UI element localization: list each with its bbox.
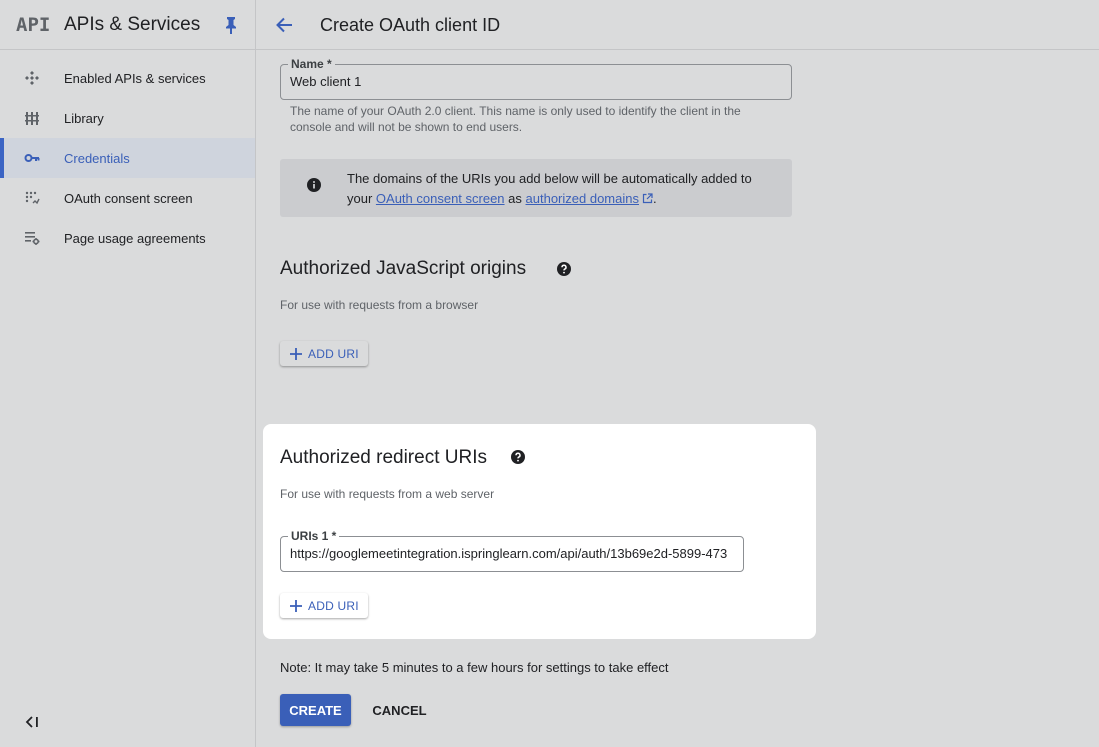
- settings-list-icon: [25, 232, 40, 245]
- add-uri-label: ADD URI: [308, 598, 359, 613]
- sidebar-item-oauth-consent[interactable]: OAuth consent screen: [0, 178, 255, 218]
- external-link-icon[interactable]: [642, 193, 653, 204]
- js-origins-subtitle: For use with requests from a browser: [280, 298, 479, 312]
- authorized-domains-link[interactable]: authorized domains: [526, 191, 639, 206]
- create-button[interactable]: CREATE: [280, 694, 351, 726]
- page-header: Create OAuth client ID: [256, 0, 1099, 50]
- add-js-origin-button[interactable]: ADD URI: [280, 341, 368, 366]
- sidebar-item-label: OAuth consent screen: [64, 190, 193, 206]
- name-field[interactable]: Name * Web client 1: [280, 57, 792, 100]
- sidebar-item-enabled-apis[interactable]: Enabled APIs & services: [0, 58, 255, 98]
- add-redirect-uri-button[interactable]: ADD URI: [280, 593, 368, 618]
- sidebar-item-label: Credentials: [64, 150, 130, 166]
- info-banner: The domains of the URIs you add below wi…: [280, 159, 792, 217]
- redirect-uri-field[interactable]: URIs 1 * https://googlemeetintegration.i…: [280, 529, 744, 572]
- sidebar-item-credentials[interactable]: Credentials: [0, 138, 255, 178]
- sidebar-item-label: Enabled APIs & services: [64, 70, 206, 86]
- name-field-label: Name *: [288, 57, 335, 71]
- oauth-consent-link[interactable]: OAuth consent screen: [376, 191, 505, 206]
- add-uri-label: ADD URI: [308, 346, 359, 361]
- info-icon: [307, 178, 321, 192]
- sidebar-item-label: Page usage agreements: [64, 230, 206, 246]
- plus-icon: [290, 347, 302, 360]
- consent-screen-icon: [25, 191, 40, 205]
- redirect-uris-card: Authorized redirect URIs For use with re…: [263, 424, 816, 639]
- sidebar-item-page-usage[interactable]: Page usage agreements: [0, 218, 255, 258]
- pin-icon[interactable]: [223, 16, 239, 34]
- product-title: APIs & Services: [64, 14, 201, 35]
- info-text: The domains of the URIs you add below wi…: [347, 169, 767, 209]
- name-helper-text: The name of your OAuth 2.0 client. This …: [290, 104, 741, 134]
- sidebar-nav: Enabled APIs & services Library Credenti…: [0, 58, 255, 258]
- help-icon[interactable]: [557, 262, 571, 276]
- library-icon: [25, 112, 39, 125]
- collapse-sidebar-icon[interactable]: [24, 715, 40, 729]
- key-icon: [24, 154, 40, 162]
- sidebar-item-library[interactable]: Library: [0, 98, 255, 138]
- info-text-middle: as: [504, 191, 526, 206]
- sidebar-item-label: Library: [64, 110, 104, 126]
- info-text-end: .: [652, 191, 657, 206]
- cancel-button[interactable]: CANCEL: [367, 694, 432, 726]
- sidebar: API APIs & Services Enabled APIs & servi…: [0, 0, 256, 747]
- sidebar-header: API APIs & Services: [0, 0, 255, 50]
- js-origins-title: Authorized JavaScript origins: [280, 258, 527, 279]
- settings-note: Note: It may take 5 minutes to a few hou…: [280, 660, 669, 675]
- page-title: Create OAuth client ID: [320, 15, 501, 35]
- redirect-uri-value[interactable]: https://googlemeetintegration.ispringlea…: [290, 546, 736, 561]
- plus-icon: [290, 599, 302, 612]
- enabled-apis-icon: [25, 71, 39, 85]
- redirect-uris-title: Authorized redirect URIs: [280, 447, 487, 468]
- back-arrow-icon[interactable]: [274, 15, 294, 35]
- main-content: Create OAuth client ID Name * Web client…: [256, 0, 1099, 747]
- redirect-uri-label: URIs 1 *: [288, 529, 340, 543]
- api-logo: API: [16, 14, 51, 36]
- redirect-uris-subtitle: For use with requests from a web server: [280, 487, 495, 501]
- app-window: API APIs & Services Enabled APIs & servi…: [0, 0, 1099, 747]
- help-icon[interactable]: [511, 450, 525, 464]
- name-field-value[interactable]: Web client 1: [290, 74, 361, 89]
